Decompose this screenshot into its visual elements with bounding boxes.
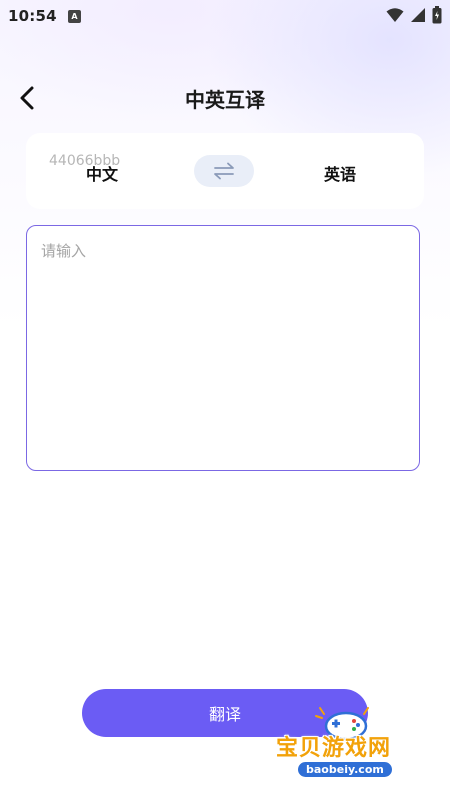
header: 中英互译: [0, 78, 450, 118]
language-selector-card: 44066bbb 中文 英语: [26, 133, 424, 209]
battery-icon: [432, 6, 442, 24]
signal-icon: [411, 8, 425, 22]
status-time: 10:54: [8, 7, 57, 25]
swap-languages-button[interactable]: [194, 155, 254, 187]
text-input-container: [26, 225, 420, 471]
page-title: 中英互译: [185, 88, 265, 112]
site-watermark-logo: 宝贝游戏网 baobeiy.com: [276, 702, 426, 792]
notification-a-icon: A: [68, 10, 81, 23]
status-bar: 10:54 A: [0, 0, 450, 32]
translate-button-label: 翻译: [208, 705, 241, 724]
text-input[interactable]: [41, 240, 405, 456]
watermark-brand-text: 宝贝游戏网: [276, 736, 392, 761]
wifi-icon: [386, 8, 404, 22]
source-language-button[interactable]: 中文: [86, 161, 118, 185]
target-language-button[interactable]: 英语: [324, 161, 356, 185]
watermark-domain: baobeiy.com: [298, 762, 392, 777]
status-icons: [386, 6, 442, 24]
swap-arrows-icon: [214, 162, 234, 180]
